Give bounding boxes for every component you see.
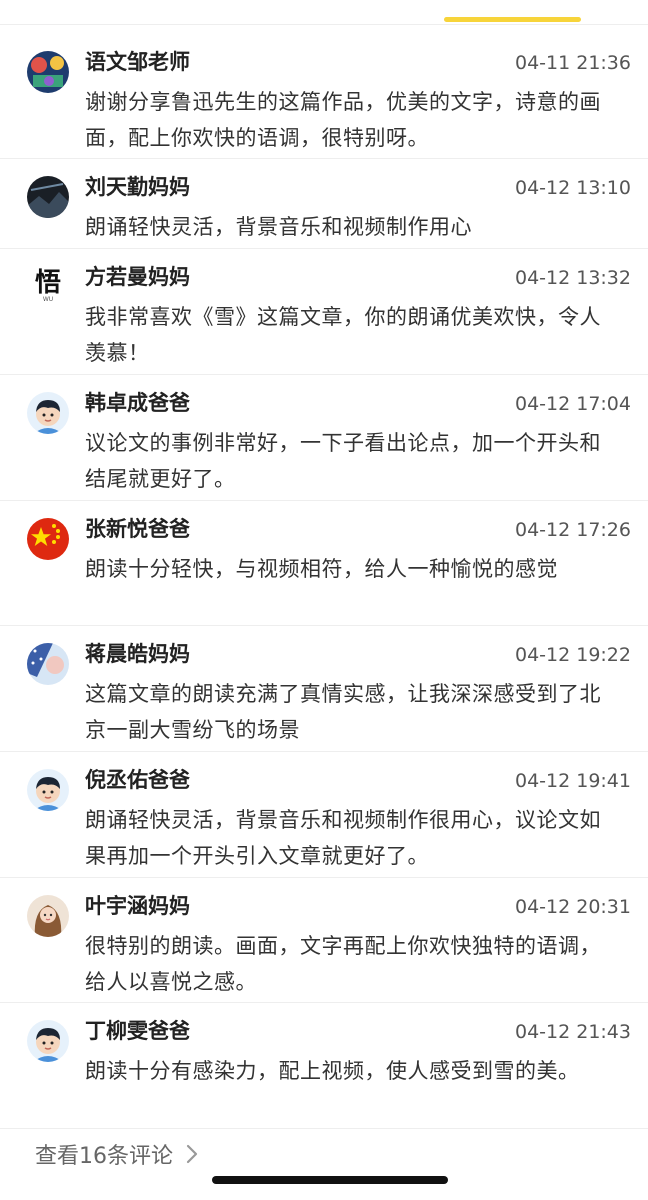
comment-item: 张新悦爸爸 04-12 17:26 朗读十分轻快，与视频相符，给人一种愉悦的感觉 xyxy=(0,501,648,626)
avatar[interactable]: 悟 WU xyxy=(27,266,69,308)
comment-author[interactable]: 方若曼妈妈 xyxy=(85,263,190,291)
comment-time: 04-12 19:41 xyxy=(514,770,631,792)
comment-time: 04-12 13:10 xyxy=(514,177,631,199)
avatar[interactable] xyxy=(27,895,69,937)
comment-item: 韩卓成爸爸 04-12 17:04 议论文的事例非常好，一下子看出论点，加一个开… xyxy=(0,375,648,501)
view-more-comments-link[interactable]: 查看16条评论 xyxy=(35,1138,199,1170)
calligraphy-avatar-text: 悟 xyxy=(34,268,61,298)
comment-time: 04-12 20:31 xyxy=(514,896,631,918)
comment-author[interactable]: 语文邹老师 xyxy=(85,48,190,76)
avatar[interactable] xyxy=(27,1020,69,1062)
comment-text: 朗诵轻快灵活，背景音乐和视频制作用心 xyxy=(85,215,472,239)
comment-author[interactable]: 蒋晨皓妈妈 xyxy=(85,640,190,668)
comment-time: 04-12 17:26 xyxy=(514,519,631,541)
avatar[interactable] xyxy=(27,392,69,434)
comment-text: 议论文的事例非常好，一下子看出论点，加一个开头和结尾就更好了。 xyxy=(85,431,601,491)
comment-author[interactable]: 张新悦爸爸 xyxy=(85,515,190,543)
avatar[interactable] xyxy=(27,769,69,811)
avatar[interactable] xyxy=(27,643,69,685)
top-bar xyxy=(0,0,648,25)
comment-author[interactable]: 刘天勤妈妈 xyxy=(85,173,190,201)
comment-author[interactable]: 倪丞佑爸爸 xyxy=(85,766,190,794)
comment-author[interactable]: 韩卓成爸爸 xyxy=(85,389,190,417)
avatar[interactable] xyxy=(27,176,69,218)
comment-item: 语文邹老师 04-11 21:36 谢谢分享鲁迅先生的这篇作品，优美的文字，诗意… xyxy=(0,34,648,159)
comment-text: 我非常喜欢《雪》这篇文章，你的朗诵优美欢快，令人羡慕！ xyxy=(85,305,601,365)
calligraphy-avatar-subtext: WU xyxy=(42,296,54,303)
comment-text: 谢谢分享鲁迅先生的这篇作品，优美的文字，诗意的画面，配上你欢快的语调，很特别呀。 xyxy=(85,90,601,150)
comment-time: 04-11 21:36 xyxy=(514,52,631,74)
comment-time: 04-12 17:04 xyxy=(514,393,631,415)
comment-item: 倪丞佑爸爸 04-12 19:41 朗诵轻快灵活，背景音乐和视频制作很用心，议论… xyxy=(0,752,648,878)
comment-item: 刘天勤妈妈 04-12 13:10 朗诵轻快灵活，背景音乐和视频制作用心 xyxy=(0,159,648,249)
dark-landscape-avatar-icon xyxy=(27,176,69,218)
cartoon-boy-avatar-icon xyxy=(27,1020,69,1062)
cartoon-boy-avatar-icon xyxy=(27,769,69,811)
comment-item: 丁柳雯爸爸 04-12 21:43 朗读十分有感染力，配上视频，使人感受到雪的美… xyxy=(0,1003,648,1129)
comment-time: 04-12 19:22 xyxy=(514,644,631,666)
comment-time: 04-12 13:32 xyxy=(514,267,631,289)
home-indicator[interactable] xyxy=(212,1176,448,1184)
comment-text: 很特别的朗读。画面，文字再配上你欢快独特的语调，给人以喜悦之感。 xyxy=(85,934,601,994)
comment-item: 悟 WU 方若曼妈妈 04-12 13:32 我非常喜欢《雪》这篇文章，你的朗诵… xyxy=(0,249,648,375)
star-flag-avatar-icon xyxy=(27,518,69,560)
active-tab-indicator xyxy=(444,17,581,22)
colorful-art-avatar-icon xyxy=(27,51,69,93)
comment-time: 04-12 21:43 xyxy=(514,1021,631,1043)
cartoon-boy-avatar-icon xyxy=(27,392,69,434)
comment-author[interactable]: 叶宇涵妈妈 xyxy=(85,892,190,920)
comment-list: 语文邹老师 04-11 21:36 谢谢分享鲁迅先生的这篇作品，优美的文字，诗意… xyxy=(0,34,648,1129)
comment-author[interactable]: 丁柳雯爸爸 xyxy=(85,1017,190,1045)
avatar[interactable] xyxy=(27,51,69,93)
girl-photo-avatar-icon xyxy=(27,895,69,937)
comment-item: 叶宇涵妈妈 04-12 20:31 很特别的朗读。画面，文字再配上你欢快独特的语… xyxy=(0,878,648,1003)
comment-text: 朗诵轻快灵活，背景音乐和视频制作很用心，议论文如果再加一个开头引入文章就更好了。 xyxy=(85,808,601,868)
comment-text: 这篇文章的朗读充满了真情实感，让我深深感受到了北京一副大雪纷飞的场景 xyxy=(85,682,601,742)
comment-text: 朗读十分有感染力，配上视频，使人感受到雪的美。 xyxy=(85,1059,580,1083)
avatar[interactable] xyxy=(27,518,69,560)
comment-item: 蒋晨皓妈妈 04-12 19:22 这篇文章的朗读充满了真情实感，让我深深感受到… xyxy=(0,626,648,752)
comment-text: 朗读十分轻快，与视频相符，给人一种愉悦的感觉 xyxy=(85,557,558,581)
snow-scene-avatar-icon xyxy=(27,643,69,685)
view-more-label: 查看16条评论 xyxy=(35,1144,173,1169)
chevron-right-icon xyxy=(186,1144,198,1164)
